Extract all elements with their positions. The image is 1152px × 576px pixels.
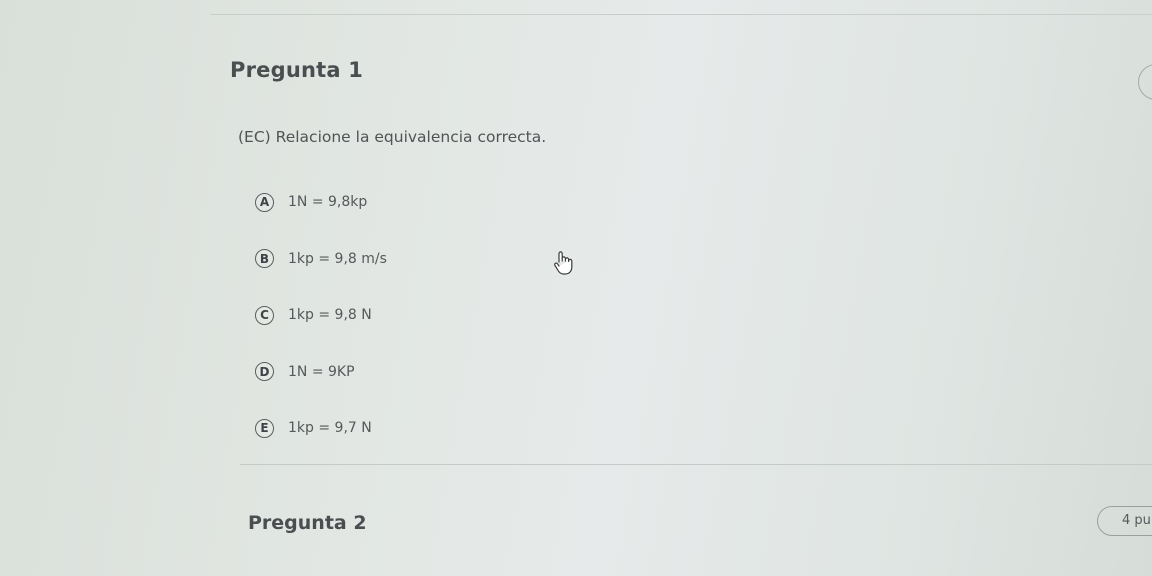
points-badge: 4 pu [1097, 506, 1152, 536]
option-letter-badge: D [255, 362, 274, 382]
option-letter-badge: B [255, 249, 274, 269]
option-a[interactable]: A 1N = 9,8kp [255, 174, 387, 231]
question-divider [240, 464, 1152, 465]
option-text: 1kp = 9,7 N [288, 420, 372, 437]
option-text: 1N = 9,8kp [288, 194, 368, 211]
question-2-title: Pregunta 2 [248, 512, 367, 534]
option-letter-badge: C [255, 305, 274, 325]
option-text: 1N = 9KP [288, 363, 355, 380]
answer-options: A 1N = 9,8kp B 1kp = 9,8 m/s C 1kp = 9,8… [255, 174, 387, 457]
question-1-text: (EC) Relacione la equivalencia correcta. [238, 128, 547, 146]
question-1-title: Pregunta 1 [230, 58, 364, 82]
option-c[interactable]: C 1kp = 9,8 N [255, 287, 387, 344]
option-text: 1kp = 9,8 m/s [288, 250, 387, 267]
option-letter-badge: E [255, 418, 274, 438]
points-badge-partial [1138, 64, 1152, 100]
option-d[interactable]: D 1N = 9KP [255, 344, 387, 401]
hand-pointer-icon [554, 251, 573, 275]
option-letter-badge: A [255, 192, 274, 212]
top-divider [210, 14, 1152, 15]
question-1-block: Pregunta 1 (EC) Relacione la equivalenci… [230, 58, 546, 438]
option-text: 1kp = 9,8 N [288, 307, 372, 324]
option-b[interactable]: B 1kp = 9,8 m/s [255, 231, 387, 288]
option-e[interactable]: E 1kp = 9,7 N [255, 400, 387, 457]
